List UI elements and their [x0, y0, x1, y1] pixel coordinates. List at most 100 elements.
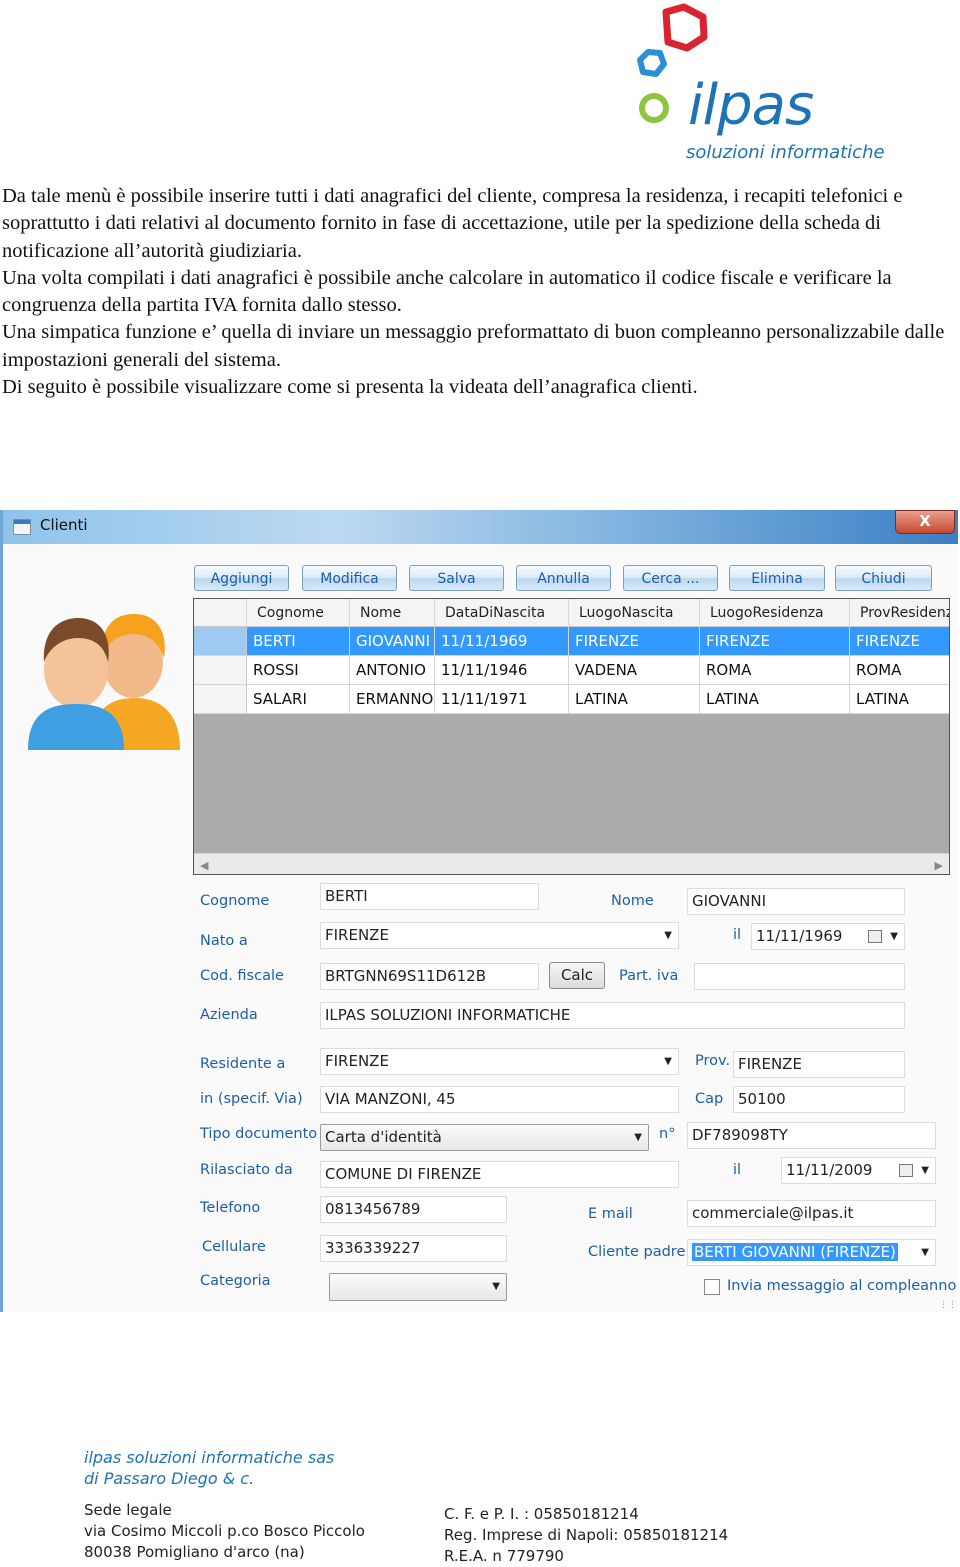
residente-a-combo[interactable]: FIRENZE	[320, 1048, 679, 1075]
label-cognome: Cognome	[200, 893, 270, 909]
edit-button[interactable]: Modifica	[302, 565, 397, 591]
column-header-data-nascita[interactable]: DataDiNascita	[435, 599, 569, 627]
grid-cell[interactable]: ROMA	[700, 656, 850, 685]
save-button[interactable]: Salva	[409, 565, 504, 591]
grid-cell[interactable]: FIRENZE	[850, 627, 949, 656]
column-header-cognome[interactable]: Cognome	[247, 599, 350, 627]
row-header[interactable]	[194, 627, 247, 656]
grid-cell[interactable]: 11/11/1946	[435, 656, 569, 685]
label-cod-fiscale: Cod. fiscale	[200, 968, 284, 984]
email-field[interactable]: commerciale@ilpas.it	[687, 1200, 936, 1227]
title-bar[interactable]: Clienti X	[3, 510, 958, 544]
company-owner: di Passaro Diego & c.	[84, 1469, 255, 1488]
label-via: in (specif. Via)	[200, 1091, 303, 1107]
logo-blue-hexagon	[637, 49, 667, 77]
categoria-select[interactable]	[329, 1273, 507, 1301]
label-numero-documento: n°	[659, 1126, 676, 1142]
intro-paragraph: Una volta compilati i dati anagrafici è …	[2, 266, 892, 317]
chevron-down-icon[interactable]: ▼	[921, 1158, 929, 1183]
birthday-message-checkbox[interactable]	[704, 1279, 720, 1295]
nato-a-combo[interactable]: FIRENZE	[320, 922, 679, 949]
grid-cell[interactable]: ROSSI	[247, 656, 350, 685]
grid-cell[interactable]: 11/11/1969	[435, 627, 569, 656]
grid-corner-header	[194, 599, 247, 627]
rea-number: R.E.A. n 779790	[444, 1547, 564, 1565]
clients-grid[interactable]: Cognome Nome DataDiNascita LuogoNascita …	[193, 598, 950, 875]
label-il-rilascio: il	[733, 1162, 742, 1178]
logo-wordmark: ilpas	[688, 73, 814, 138]
label-nome: Nome	[611, 893, 654, 909]
data-rilascio-picker[interactable]: 11/11/2009 ▼	[781, 1157, 936, 1184]
row-header[interactable]	[194, 685, 247, 714]
calendar-icon[interactable]	[899, 1164, 913, 1177]
label-cellulare: Cellulare	[202, 1239, 266, 1255]
cancel-button[interactable]: Annulla	[516, 565, 611, 591]
window-title: Clienti	[40, 516, 88, 534]
numero-documento-field[interactable]: DF789098TY	[687, 1122, 936, 1149]
cognome-field[interactable]: BERTI	[320, 883, 539, 910]
delete-button[interactable]: Elimina	[729, 565, 825, 591]
grid-cell[interactable]: FIRENZE	[569, 627, 700, 656]
grid-cell[interactable]: ROMA	[850, 656, 949, 685]
close-button[interactable]: Chiudi	[835, 565, 932, 591]
nome-field[interactable]: GIOVANNI	[687, 888, 905, 915]
grid-cell[interactable]: BERTI	[247, 627, 350, 656]
label-categoria: Categoria	[200, 1273, 271, 1289]
grid-cell[interactable]: ERMANNO	[350, 685, 435, 714]
cap-field[interactable]: 50100	[733, 1086, 905, 1113]
scroll-left-icon[interactable]: ◀	[200, 859, 208, 872]
birthday-message-label[interactable]: Invia messaggio al compleanno	[727, 1278, 956, 1294]
search-button[interactable]: Cerca ...	[623, 565, 718, 591]
label-telefono: Telefono	[200, 1200, 261, 1216]
customers-avatar-icon	[28, 614, 180, 750]
label-residente-a: Residente a	[200, 1056, 286, 1072]
grid-cell[interactable]: 11/11/1971	[435, 685, 569, 714]
column-header-prov-residenza[interactable]: ProvResidenza	[850, 599, 949, 627]
window-icon	[13, 519, 31, 535]
legal-address-line: 80038 Pomigliano d'arco (na)	[84, 1543, 305, 1561]
company-name: ilpas soluzioni informatiche sas	[84, 1448, 335, 1467]
column-header-luogo-residenza[interactable]: LuogoResidenza	[700, 599, 850, 627]
part-iva-field[interactable]	[694, 963, 905, 990]
grid-cell[interactable]: LATINA	[569, 685, 700, 714]
footer-registration: C. F. e P. I. : 05850181214 Reg. Imprese…	[444, 1504, 728, 1567]
horizontal-scrollbar[interactable]: ◀ ▶	[194, 853, 949, 874]
column-header-nome[interactable]: Nome	[350, 599, 435, 627]
reg-imprese: Reg. Imprese di Napoli: 05850181214	[444, 1526, 729, 1544]
intro-paragraph: Di seguito è possibile visualizzare come…	[2, 376, 698, 399]
calc-button[interactable]: Calc	[549, 962, 605, 989]
scroll-right-icon[interactable]: ▶	[935, 859, 943, 872]
cliente-padre-combo[interactable]: BERTI GIOVANNI (FIRENZE)	[687, 1239, 936, 1266]
grid-cell[interactable]: ANTONIO	[350, 656, 435, 685]
grid-cell[interactable]: GIOVANNI	[350, 627, 435, 656]
rilasciato-da-field[interactable]: COMUNE DI FIRENZE	[320, 1161, 679, 1188]
label-cliente-padre: Cliente padre	[588, 1244, 686, 1260]
grid-cell[interactable]: SALARI	[247, 685, 350, 714]
grid-cell[interactable]: LATINA	[700, 685, 850, 714]
calendar-icon[interactable]	[868, 930, 882, 943]
label-cap: Cap	[695, 1091, 724, 1107]
chevron-down-icon[interactable]: ▼	[890, 924, 898, 949]
grid-cell[interactable]: LATINA	[850, 685, 949, 714]
tipo-documento-select[interactable]: Carta d'identità	[320, 1124, 649, 1151]
azienda-field[interactable]: ILPAS SOLUZIONI INFORMATICHE	[320, 1002, 905, 1029]
cellulare-field[interactable]: 3336339227	[320, 1235, 507, 1262]
resize-grip-icon[interactable]: ⋮⋮	[939, 1300, 957, 1310]
via-field[interactable]: VIA MANZONI, 45	[320, 1086, 679, 1113]
cod-fiscale-field[interactable]: BRTGNN69S11D612B	[320, 963, 539, 990]
legal-title: Sede legale	[84, 1501, 172, 1519]
label-tipo-documento: Tipo documento	[200, 1126, 318, 1142]
grid-cell[interactable]: VADENA	[569, 656, 700, 685]
row-header[interactable]	[194, 656, 247, 685]
intro-paragraph: Una simpatica funzione e’ quella di invi…	[2, 321, 945, 371]
label-rilasciato-da: Rilasciato da	[200, 1162, 293, 1178]
legal-address-line: via Cosimo Miccoli p.co Bosco Piccolo	[84, 1522, 365, 1540]
add-button[interactable]: Aggiungi	[194, 565, 289, 591]
close-window-button[interactable]: X	[895, 510, 955, 534]
grid-cell[interactable]: FIRENZE	[700, 627, 850, 656]
telefono-field[interactable]: 0813456789	[320, 1196, 507, 1223]
cf-piva: C. F. e P. I. : 05850181214	[444, 1505, 639, 1523]
data-nascita-picker[interactable]: 11/11/1969 ▼	[751, 923, 905, 950]
prov-field[interactable]: FIRENZE	[733, 1051, 905, 1078]
column-header-luogo-nascita[interactable]: LuogoNascita	[569, 599, 700, 627]
